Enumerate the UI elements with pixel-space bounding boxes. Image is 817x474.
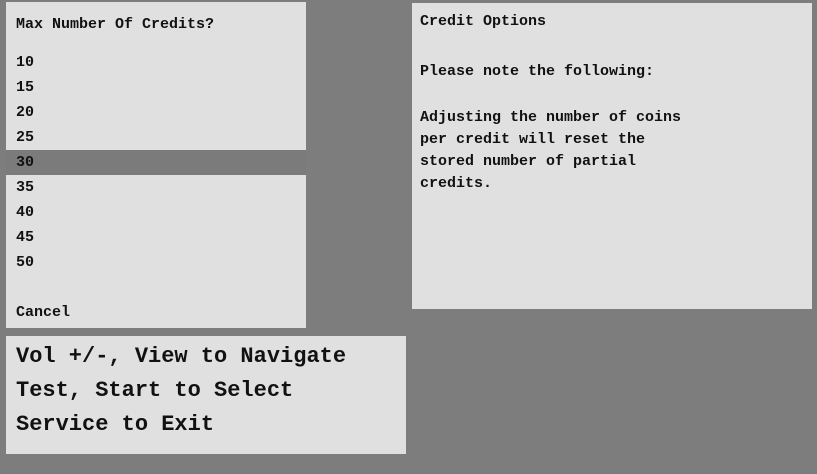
credit-options-info-panel: Credit Options Please note the following… — [412, 3, 812, 309]
info-note-heading: Please note the following: — [420, 63, 655, 80]
option-item-45[interactable]: 45 — [6, 225, 306, 250]
info-body-line: stored number of partial — [420, 153, 637, 170]
option-item-30-selected[interactable]: 30 — [6, 150, 306, 175]
navigate-instruction: Vol +/-, View to Navigate — [16, 344, 347, 369]
menu-spacer — [6, 275, 306, 300]
exit-instruction: Service to Exit — [16, 412, 215, 437]
option-item-20[interactable]: 20 — [6, 100, 306, 125]
option-item-40[interactable]: 40 — [6, 200, 306, 225]
info-title: Credit Options — [420, 13, 547, 30]
credits-menu-panel: Max Number Of Credits? 10 15 20 25 30 35… — [6, 2, 306, 328]
info-body: Adjusting the number of coins per credit… — [420, 107, 805, 195]
menu-title: Max Number Of Credits? — [16, 16, 215, 33]
option-item-15[interactable]: 15 — [6, 75, 306, 100]
info-body-line: Adjusting the number of coins — [420, 109, 682, 126]
option-item-25[interactable]: 25 — [6, 125, 306, 150]
option-item-50[interactable]: 50 — [6, 250, 306, 275]
select-instruction: Test, Start to Select — [16, 378, 294, 403]
info-body-line: credits. — [420, 175, 493, 192]
credits-option-list: 10 15 20 25 30 35 40 45 50 Cancel — [6, 50, 306, 325]
controls-help-panel: Vol +/-, View to Navigate Test, Start to… — [6, 336, 406, 454]
option-item-35[interactable]: 35 — [6, 175, 306, 200]
cancel-option[interactable]: Cancel — [6, 300, 306, 325]
option-item-10[interactable]: 10 — [6, 50, 306, 75]
info-body-line: per credit will reset the — [420, 131, 646, 148]
